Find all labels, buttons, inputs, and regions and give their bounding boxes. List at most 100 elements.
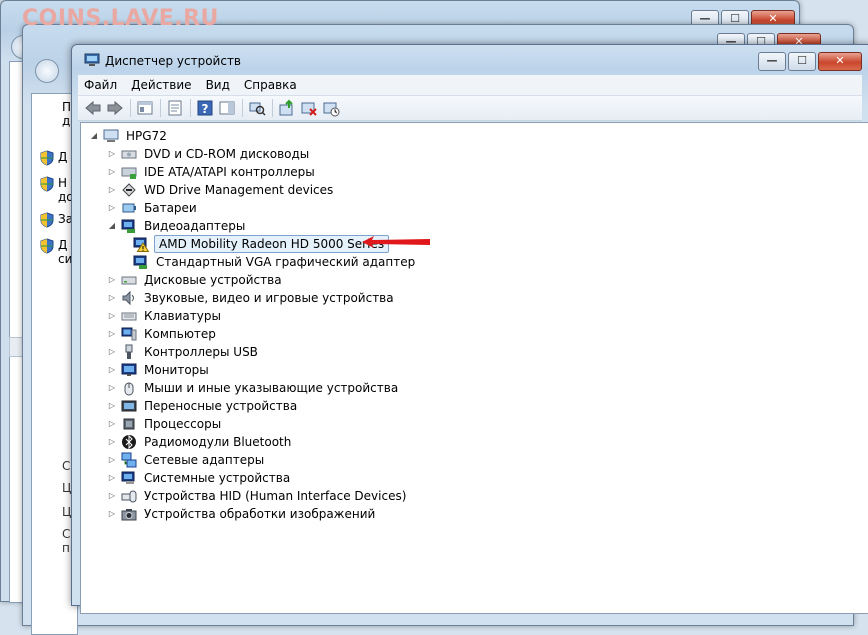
tree-item-label: Дисковые устройства (144, 273, 282, 287)
menu-file[interactable]: Файл (78, 75, 123, 95)
tree-item[interactable]: ◢ HPG72 (89, 127, 169, 145)
imaging-device-icon (121, 509, 137, 521)
hid-icon (121, 490, 137, 503)
expand-triangle-icon[interactable]: ▷ (107, 311, 117, 321)
tree-item-label: Контроллеры USB (144, 345, 258, 359)
tree-item-label: Компьютер (144, 327, 216, 341)
tree-item[interactable]: ▷ Звуковые, видео и игровые устройства (107, 289, 396, 307)
sidebar-link[interactable]: За (40, 212, 73, 228)
keyboard-icon (121, 312, 137, 321)
tree-item[interactable]: ▷ Сетевые адаптеры (107, 451, 266, 469)
vga-adapter-icon (133, 255, 147, 269)
tree-item[interactable]: ▷ DVD и CD-ROM дисководы (107, 145, 311, 163)
expand-triangle-icon[interactable]: ▷ (107, 365, 117, 375)
background-text-fragment: Ц (62, 505, 72, 519)
tree-item[interactable]: ▷ Устройства обработки изображений (107, 505, 377, 523)
expand-triangle-icon[interactable]: ▷ (107, 329, 117, 339)
expand-triangle-icon[interactable]: ▷ (107, 455, 117, 465)
tree-item-label: Клавиатуры (144, 309, 221, 323)
sidebar-link[interactable]: Д си (40, 238, 72, 266)
tree-item[interactable]: ▷ Переносные устройства (107, 397, 299, 415)
scan-hardware-icon[interactable] (248, 99, 266, 117)
tree-item[interactable]: ▷ Мыши и иные указывающие устройства (107, 379, 400, 397)
collapse-triangle-icon[interactable]: ◢ (89, 131, 99, 141)
device-manager-window: Диспетчер устройств — ☐ ✕ Файл Действие … (71, 44, 868, 614)
maximize-button[interactable]: ☐ (788, 52, 816, 71)
sidebar-link-label: Д (58, 150, 68, 164)
toolbar-separator (160, 99, 161, 117)
tree-item[interactable]: Стандартный VGA графический адаптер (133, 253, 417, 271)
toolbar-separator (190, 99, 191, 117)
expand-triangle-icon[interactable]: ▷ (107, 491, 117, 501)
tree-item-label: Устройства обработки изображений (144, 507, 376, 521)
help-icon[interactable]: ? (196, 99, 214, 117)
tree-item[interactable]: ▷ Дисковые устройства (107, 271, 284, 289)
expand-triangle-icon[interactable]: ▷ (107, 167, 117, 177)
shield-icon (40, 238, 54, 254)
back-nav-icon[interactable] (35, 59, 59, 83)
svg-text:?: ? (202, 102, 209, 116)
expand-triangle-icon[interactable]: ▷ (107, 473, 117, 483)
minimize-button[interactable]: — (758, 52, 786, 71)
menu-help[interactable]: Справка (238, 75, 303, 95)
expand-triangle-icon[interactable]: ▷ (107, 419, 117, 429)
expand-triangle-icon[interactable]: ▷ (107, 347, 117, 357)
collapse-triangle-icon[interactable]: ◢ (107, 221, 117, 231)
disable-device-icon[interactable] (300, 99, 318, 117)
shield-icon (40, 176, 54, 192)
action-pane-icon[interactable] (218, 99, 236, 117)
tree-item[interactable]: ▷ Системные устройства (107, 469, 292, 487)
portable-device-icon (121, 400, 137, 412)
disk-drive-icon (121, 276, 137, 285)
tree-item[interactable]: ▷ Радиомодули Bluetooth (107, 433, 293, 451)
menu-view[interactable]: Вид (200, 75, 236, 95)
tree-item[interactable]: ◢ Видеоадаптеры (107, 217, 247, 235)
tree-item-label: Батареи (144, 201, 197, 215)
expand-triangle-icon[interactable]: ▷ (107, 401, 117, 411)
tree-item[interactable]: ▷ Мониторы (107, 361, 211, 379)
show-hide-console-tree-icon[interactable] (136, 99, 154, 117)
tree-item[interactable]: ▷ Компьютер (107, 325, 218, 343)
warning-adapter-icon (133, 237, 149, 252)
toolbar: ? (78, 96, 862, 121)
expand-triangle-icon[interactable]: ▷ (107, 383, 117, 393)
close-button[interactable]: ✕ (818, 52, 862, 71)
sidebar-link[interactable]: Д (40, 150, 67, 166)
toolbar-separator (130, 99, 131, 117)
expand-triangle-icon[interactable]: ▷ (107, 437, 117, 447)
tree-item[interactable]: ▷ Процессоры (107, 415, 223, 433)
expand-triangle-icon[interactable]: ▷ (107, 275, 117, 285)
expand-triangle-icon[interactable]: ▷ (107, 203, 117, 213)
device-manager-app-icon (84, 53, 100, 66)
back-icon[interactable] (84, 99, 102, 117)
tree-item[interactable]: ▷ Устройства HID (Human Interface Devices… (107, 487, 408, 505)
window-title: Диспетчер устройств (105, 54, 242, 68)
tree-item-label: AMD Mobility Radeon HD 5000 Series (154, 235, 390, 253)
tree-item[interactable]: ▷ Клавиатуры (107, 307, 223, 325)
sidebar-link[interactable]: Н до (40, 176, 74, 204)
expand-triangle-icon[interactable]: ▷ (107, 509, 117, 519)
expand-triangle-icon[interactable]: ▷ (107, 185, 117, 195)
tree-item-label: IDE ATA/ATAPI контроллеры (144, 165, 315, 179)
properties-icon[interactable] (166, 99, 184, 117)
expand-triangle-icon[interactable]: ▷ (107, 149, 117, 159)
update-driver-icon[interactable] (278, 99, 296, 117)
shield-icon (40, 150, 54, 166)
tree-item-label: Видеоадаптеры (144, 219, 246, 233)
battery-icon (122, 203, 136, 213)
shield-icon (40, 212, 54, 228)
system-device-icon (121, 471, 135, 484)
computer-icon (121, 327, 137, 341)
forward-icon[interactable] (106, 99, 124, 117)
uninstall-device-icon[interactable] (322, 99, 340, 117)
tree-item-label: Радиомодули Bluetooth (144, 435, 292, 449)
tree-item[interactable]: ▷ Контроллеры USB (107, 343, 260, 361)
expand-triangle-icon[interactable]: ▷ (107, 293, 117, 303)
processor-icon (123, 418, 135, 430)
tree-item[interactable]: ▷ WD Drive Management devices (107, 181, 335, 199)
menu-action[interactable]: Действие (125, 75, 197, 95)
tree-item[interactable]: ▷ IDE ATA/ATAPI контроллеры (107, 163, 317, 181)
tree-item-selected[interactable]: AMD Mobility Radeon HD 5000 Series (133, 235, 390, 253)
tree-item[interactable]: ▷ Батареи (107, 199, 199, 217)
title-bar: Диспетчер устройств — ☐ ✕ (72, 45, 868, 75)
